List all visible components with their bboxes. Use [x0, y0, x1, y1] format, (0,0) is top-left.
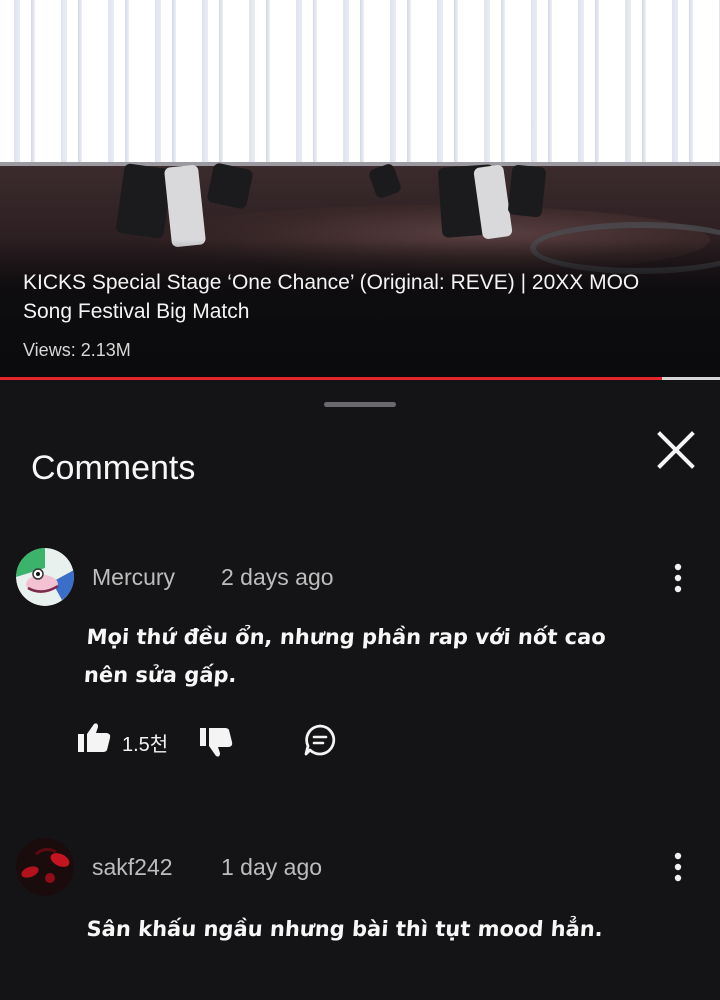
avatar[interactable]	[16, 548, 74, 606]
close-button[interactable]	[652, 426, 700, 474]
like-button[interactable]	[76, 720, 112, 761]
view-count: Views: 2.13M	[23, 340, 131, 360]
video-progress-bar[interactable]	[0, 377, 720, 380]
comments-title: Comments	[31, 449, 196, 487]
comment-author[interactable]: Mercury	[92, 564, 175, 591]
stage-curtain	[0, 0, 720, 165]
comment-text: Mọi thứ đều ổn, nhưng phần rap với nốt c…	[83, 625, 607, 687]
comment-actions: 1.5천	[76, 720, 356, 760]
thumbs-up-icon	[78, 723, 111, 752]
more-vertical-icon	[674, 563, 682, 593]
comment-author[interactable]: sakf242	[92, 854, 173, 881]
dislike-button[interactable]	[198, 724, 234, 765]
comment-more-button[interactable]	[664, 558, 692, 598]
comment-reply-icon	[304, 724, 336, 756]
more-vertical-icon	[674, 852, 682, 882]
dancer-leg	[507, 164, 547, 218]
reply-button[interactable]	[302, 722, 338, 763]
dancer-leg	[206, 162, 254, 210]
comment-text: Sân khấu ngầu nhưng bài thì tụt mood hẳn…	[85, 917, 604, 941]
avatar-image	[16, 838, 74, 896]
like-count: 1.5천	[122, 734, 169, 756]
avatar[interactable]	[16, 838, 74, 896]
comment-time: 1 day ago	[221, 854, 323, 880]
comment-more-button[interactable]	[664, 847, 692, 887]
close-icon	[657, 431, 695, 469]
thumbs-down-icon	[200, 728, 233, 757]
comment-time: 2 days ago	[221, 564, 334, 590]
video-player[interactable]: KICKS Special Stage ‘One Chance’ (Origin…	[0, 0, 720, 380]
avatar-image	[16, 548, 74, 606]
sheet-drag-handle[interactable]	[324, 402, 396, 407]
video-progress-fill	[0, 377, 663, 380]
video-title: KICKS Special Stage ‘One Chance’ (Origin…	[23, 271, 640, 323]
